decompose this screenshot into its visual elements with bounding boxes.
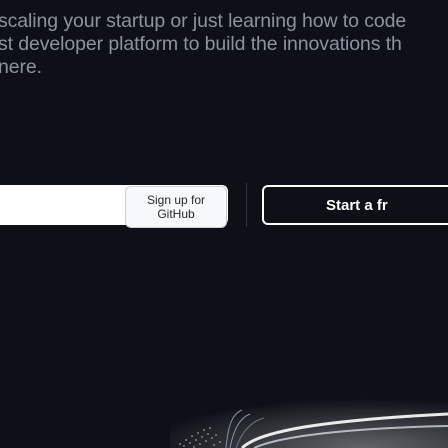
email-input[interactable] <box>0 185 124 225</box>
start-free-trial-button[interactable]: Start a fr <box>262 185 448 225</box>
hero-tagline-line-3: nere. <box>0 56 42 78</box>
signup-button[interactable]: Sign up for GitHub <box>124 185 228 228</box>
signup-button-label: Sign up for GitHub <box>125 186 227 228</box>
globe-arc-graphic <box>170 386 448 448</box>
hero-tagline-line-1: scaling your startup or just learning ho… <box>0 10 407 32</box>
hero-tagline-line-2: st developer platform to build the innov… <box>0 33 402 55</box>
hero-section: scaling your startup or just learning ho… <box>0 0 448 448</box>
hero-tagline: scaling your startup or just learning ho… <box>0 10 448 79</box>
divider <box>246 183 247 227</box>
